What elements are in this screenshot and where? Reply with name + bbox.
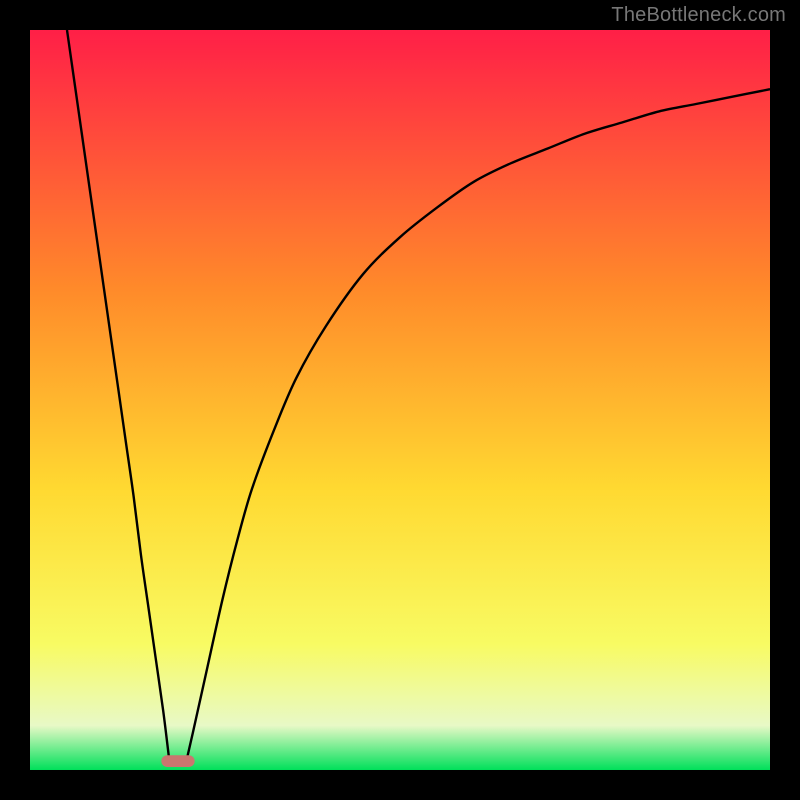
bottleneck-chart bbox=[0, 0, 800, 800]
optimal-point-marker bbox=[161, 755, 194, 767]
watermark-text: TheBottleneck.com bbox=[611, 4, 786, 27]
plot-background bbox=[30, 30, 770, 770]
chart-container: TheBottleneck.com bbox=[0, 0, 800, 800]
